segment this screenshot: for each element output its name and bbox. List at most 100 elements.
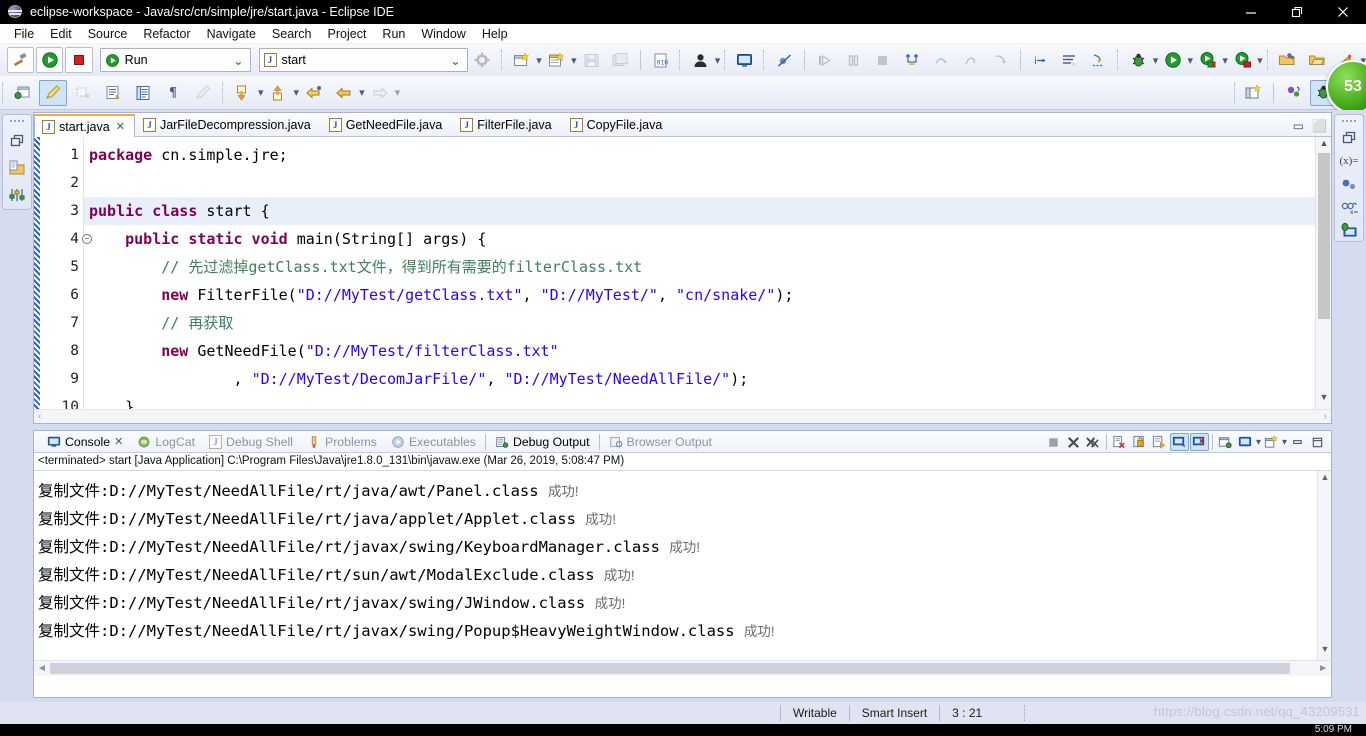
chevron-down-icon[interactable]: ▾ (536, 54, 542, 67)
chevron-down-icon[interactable]: ▾ (1282, 437, 1287, 448)
chevron-down-icon[interactable]: ▾ (395, 86, 401, 99)
last-edit-location-button[interactable] (300, 80, 328, 106)
java-perspective-button[interactable] (1280, 80, 1308, 106)
scroll-left-icon[interactable]: ‹ (38, 411, 41, 422)
build-button[interactable] (6, 47, 35, 73)
scroll-up-icon[interactable]: ▲ (1318, 472, 1332, 486)
menu-source[interactable]: Source (80, 25, 136, 43)
show-console-on-error-icon[interactable] (1189, 433, 1209, 451)
maximize-icon[interactable] (1308, 433, 1327, 451)
run-button[interactable] (36, 47, 64, 73)
scroll-down-icon[interactable]: ▼ (1316, 392, 1332, 407)
chevron-down-icon[interactable]: ▾ (1188, 54, 1194, 67)
toggle-line-numbers-button[interactable] (129, 80, 157, 106)
editor-tab-filterfile-java[interactable]: J FilterFile.java (452, 113, 561, 136)
close-icon[interactable]: ✕ (114, 435, 123, 448)
editor-tab-copyfile-java[interactable]: J CopyFile.java (562, 113, 673, 136)
chevron-down-icon[interactable]: ▾ (294, 86, 300, 99)
drag-grip-icon[interactable] (10, 119, 24, 124)
run-toolbar-button[interactable] (1159, 47, 1186, 73)
chevron-down-icon[interactable]: ▾ (571, 54, 577, 67)
close-button[interactable] (1320, 0, 1366, 24)
minimize-editor-icon[interactable]: ▭ (1293, 119, 1304, 133)
menu-run[interactable]: Run (374, 25, 413, 43)
console-output-area[interactable]: 复制文件:D://MyTest/NeedAllFile/rt/java/awt/… (34, 471, 1331, 676)
chevron-down-icon[interactable]: ▾ (1257, 54, 1263, 67)
expressions-view-icon[interactable] (1337, 175, 1361, 195)
run-to-line-button[interactable] (1085, 47, 1112, 73)
menu-project[interactable]: Project (320, 25, 375, 43)
toggle-highlight-button[interactable] (39, 79, 67, 106)
toggle-paragraph-marks-button[interactable]: ¶ (159, 80, 187, 106)
restore-view-icon[interactable] (1337, 128, 1361, 148)
console-tab-problems[interactable]: Problems (300, 431, 384, 452)
step-into-button[interactable] (899, 47, 926, 73)
editor-tab-getneedfile-java[interactable]: J GetNeedFile.java (321, 113, 453, 136)
next-annotation-button[interactable] (229, 80, 257, 106)
editor-vertical-scrollbar[interactable]: ▲ ▼ (1315, 137, 1331, 423)
display-selected-console-icon[interactable] (1236, 433, 1255, 451)
launch-config-combo[interactable]: J start ⌄ (258, 48, 468, 72)
pin-console-icon[interactable] (1150, 433, 1169, 451)
debug-view-icon[interactable] (1337, 221, 1361, 241)
run-mode-combo[interactable]: Run ⌄ (99, 48, 251, 72)
open-console-icon[interactable] (1216, 433, 1235, 451)
code-line[interactable]: new GetNeedFile("D://MyTest/filterClass.… (84, 337, 1315, 365)
maximize-editor-icon[interactable]: ⬜ (1312, 119, 1327, 133)
code-line[interactable]: public class start { (84, 197, 1315, 225)
console-tab-debug-output[interactable]: Debug Output (488, 431, 597, 452)
open-type-button[interactable] (1274, 47, 1301, 73)
code-line[interactable]: new FilterFile("D://MyTest/getClass.txt"… (84, 281, 1315, 309)
show-console-on-output-icon[interactable] (1169, 433, 1189, 451)
toggle-breakpoint-button[interactable]: 010 (647, 47, 674, 73)
skip-breakpoints-button[interactable] (770, 47, 797, 73)
menu-refactor[interactable]: Refactor (135, 25, 198, 43)
drag-grip-icon[interactable] (1342, 119, 1356, 123)
restore-button[interactable] (1274, 0, 1320, 24)
console-tab-executables[interactable]: Executables (384, 431, 483, 452)
remove-all-launches-icon[interactable] (1084, 433, 1103, 451)
scroll-left-icon[interactable]: ◄ (37, 663, 47, 674)
package-explorer-icon[interactable] (5, 156, 29, 180)
new-java-project-button[interactable] (508, 47, 535, 73)
source-code[interactable]: package cn.simple.jre; public class star… (84, 137, 1315, 423)
code-line[interactable]: , "D://MyTest/DecomJarFile/", "D://MyTes… (84, 365, 1315, 393)
chevron-down-icon[interactable]: ▾ (715, 54, 721, 67)
code-area[interactable]: 1 2 3 4−5 6 7 8 9 10 package cn.simple.jre; publ… (34, 137, 1331, 423)
new-console-view-icon[interactable] (1262, 433, 1281, 451)
chevron-down-icon[interactable]: ⌄ (450, 53, 460, 68)
scrollbar-thumb[interactable] (50, 663, 1290, 674)
code-line[interactable]: // 先过滤掉getClass.txt文件，得到所有需要的filterClass… (84, 253, 1315, 281)
chevron-down-icon[interactable]: ▾ (258, 86, 264, 99)
console-tab-debug-shell[interactable]: J Debug Shell (202, 431, 300, 452)
restore-view-icon[interactable] (5, 129, 29, 153)
scroll-down-icon[interactable]: ▼ (1318, 644, 1332, 658)
breakpoints-view-icon[interactable] (5, 183, 29, 207)
menu-search[interactable]: Search (264, 25, 320, 43)
variables-view-icon[interactable]: (x)= (1337, 151, 1361, 171)
lock-scroll-icon[interactable] (1130, 433, 1149, 451)
user-account-button[interactable] (686, 47, 713, 73)
console-tab-logcat[interactable]: LogCat (130, 431, 202, 452)
run-last-tool-button[interactable] (1229, 47, 1256, 73)
editor-horizontal-scrollbar[interactable]: ‹ › (34, 409, 1331, 423)
scroll-right-icon[interactable]: ► (1318, 663, 1328, 674)
show-whitespace-button[interactable] (99, 80, 127, 106)
new-wizard-button[interactable] (543, 47, 570, 73)
instruction-stepping-button[interactable] (1056, 47, 1083, 73)
minimize-button[interactable] (1228, 0, 1274, 24)
scrollbar-thumb[interactable] (1318, 153, 1330, 319)
editor-tab-start-java[interactable]: J start.java ✕ (34, 114, 135, 137)
outline-view-icon[interactable]: x= (1337, 198, 1361, 218)
scroll-right-icon[interactable]: › (1324, 411, 1327, 422)
chevron-down-icon[interactable]: ▾ (1153, 54, 1159, 67)
menu-help[interactable]: Help (474, 25, 516, 43)
console-horizontal-scrollbar[interactable]: ◄ ► (34, 660, 1331, 676)
debug-bug-button[interactable] (1124, 47, 1151, 73)
stop-button[interactable] (65, 47, 93, 73)
toggle-mark-occurrences-button[interactable] (9, 80, 37, 106)
code-line[interactable]: public static void main(String[] args) { (84, 225, 1315, 253)
minimize-icon[interactable] (1288, 433, 1307, 451)
back-button[interactable] (330, 80, 358, 106)
code-line[interactable]: // 再获取 (84, 309, 1315, 337)
